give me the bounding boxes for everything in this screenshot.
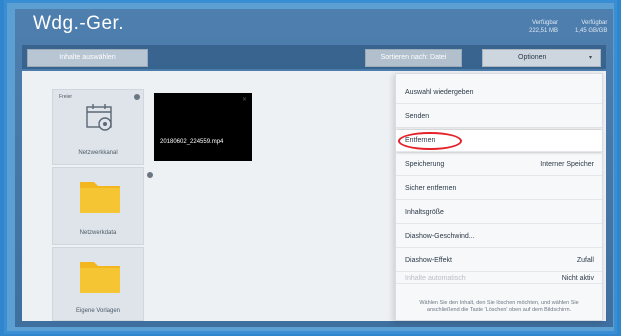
options-menu: Auswahl wiedergeben Senden Entfernen Spe… [395, 73, 603, 321]
menu-item-label: Speicherung [405, 161, 445, 168]
storage-right-value: 1,45 GB/GB [575, 28, 608, 34]
menu-item-label: Diashow-Geschwind... [405, 233, 475, 240]
options-button-label: Optionen [518, 54, 547, 61]
tile-label: Netzwerkkanal [78, 150, 118, 156]
menu-item-label: Senden [405, 113, 430, 120]
menu-item-value: Nicht aktiv [561, 275, 594, 282]
folder-icon [79, 256, 121, 294]
menu-item-label: Diashow-Effekt [405, 257, 452, 264]
folder-icon [79, 176, 121, 214]
menu-item-remove[interactable]: Entfernen [396, 130, 602, 152]
menu-item-value: Zufall [576, 257, 594, 264]
page-title: Wdg.-Ger. [33, 13, 125, 34]
menu-item-send[interactable]: Senden [396, 106, 602, 128]
video-tile[interactable]: ✕ 20180602_224559.mp4 [154, 93, 252, 161]
screen-frame: Wdg.-Ger. Verfügbar 222,51 MB Verfügbar … [4, 0, 617, 334]
storage-left-value: 222,51 MB [529, 28, 559, 34]
menu-help-text: Wählen Sie den Inhalt, den Sie löschen m… [419, 300, 579, 313]
menu-item-slideshow-speed[interactable]: Diashow-Geschwind... [396, 226, 602, 248]
tile-label: Netzwerkdata [79, 230, 117, 236]
menu-item-label: Inhalte automatisch [405, 275, 466, 282]
menu-item-auto-content[interactable]: Inhalte automatisch Nicht aktiv [396, 274, 602, 284]
tile-network-data[interactable]: Netzwerkdata [52, 167, 153, 245]
menu-item-slideshow-effect[interactable]: Diashow-Effekt Zufall [396, 250, 602, 272]
storage-left-label: Verfügbar [532, 20, 559, 26]
menu-item-label: Sicher entfernen [405, 185, 457, 192]
chevron-down-icon: ▾ [588, 55, 592, 61]
calendar-network-icon [85, 102, 115, 132]
tv-screen: Wdg.-Ger. Verfügbar 222,51 MB Verfügbar … [15, 9, 613, 327]
tile-own-templates[interactable]: Eigene Vorlagen [52, 247, 144, 321]
menu-item-value: Interner Speicher [540, 161, 594, 168]
tile-corner-label: Freier [59, 94, 73, 100]
storage-right-label: Verfügbar [581, 20, 608, 26]
status-dot [147, 172, 153, 178]
menu-item-label: Inhaltsgröße [405, 209, 444, 216]
menu-item-play-selection[interactable]: Auswahl wiedergeben [396, 82, 602, 104]
menu-item-safe-remove[interactable]: Sicher entfernen [396, 178, 602, 200]
video-filename: 20180602_224559.mp4 [160, 139, 224, 145]
highlight-oval [398, 132, 462, 150]
menu-item-content-size[interactable]: Inhaltsgröße [396, 202, 602, 224]
menu-item-storage[interactable]: Speicherung Interner Speicher [396, 154, 602, 176]
close-icon: ✕ [241, 97, 247, 103]
toolbar: Inhalte auswählen Sortieren nach: Datei … [22, 45, 606, 69]
storage-info-left: Verfügbar 222,51 MB [529, 19, 558, 35]
tile-network-channel[interactable]: Freier Netzwerkkanal [52, 89, 144, 165]
tile-label: Eigene Vorlagen [75, 308, 121, 314]
select-content-button[interactable]: Inhalte auswählen [27, 49, 148, 67]
options-button[interactable]: Optionen ▾ [482, 49, 601, 67]
menu-item-label: Auswahl wiedergeben [405, 89, 474, 96]
storage-info-right: Verfügbar 1,45 GB/GB [575, 19, 607, 35]
sort-button[interactable]: Sortieren nach: Datei [365, 49, 462, 67]
status-dot [134, 94, 140, 100]
